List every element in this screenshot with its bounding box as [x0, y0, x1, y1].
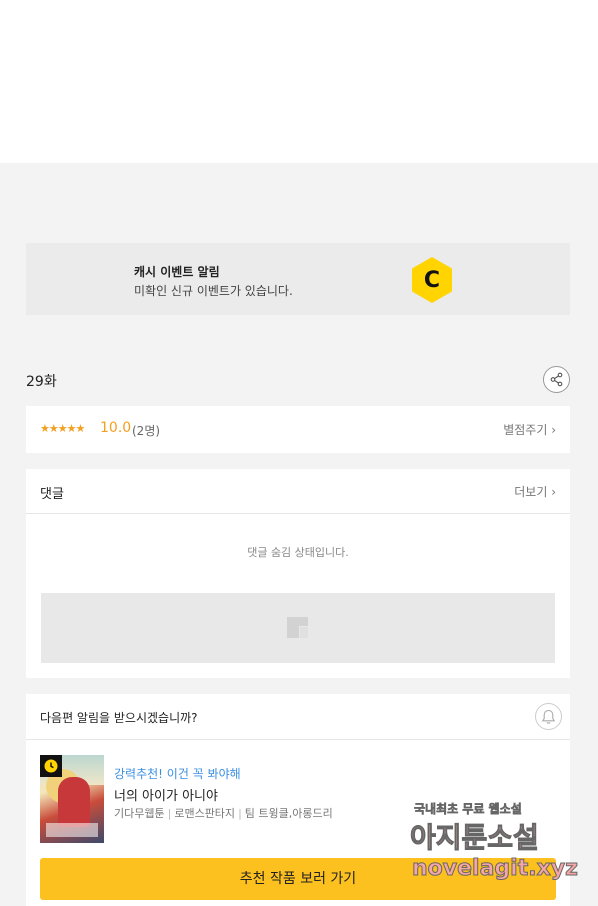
comment-header: 댓글 더보기 › [26, 469, 570, 514]
top-blank-area [0, 0, 598, 163]
watermark-tagline: 국내최초 무료 웹소설 [414, 800, 522, 817]
cash-event-banner[interactable]: 캐시 이벤트 알림 미확인 신규 이벤트가 있습니다. C [26, 243, 570, 315]
cash-logo-icon: C [412, 257, 452, 303]
clock-icon [44, 759, 58, 773]
recommended-work-title[interactable]: 너의 아이가 아니야 [114, 785, 218, 804]
watermark-url: novelagit.xyz [412, 856, 579, 882]
comment-section-title: 댓글 [40, 487, 64, 502]
rating-stars: ★★★★★ [40, 422, 85, 435]
comment-more-link[interactable]: 더보기 › [514, 483, 556, 500]
episode-title: 29화 [26, 374, 57, 390]
share-button[interactable] [543, 366, 570, 393]
rating-score: 10.0 [100, 420, 132, 436]
wait-free-badge [40, 755, 62, 777]
rating-card: ★★★★★ 10.0 (2명) 별점주기 › [26, 406, 570, 453]
rate-button[interactable]: 별점주기 › [503, 421, 556, 438]
share-icon [550, 372, 563, 387]
recommended-work-thumbnail[interactable] [40, 755, 104, 843]
bell-icon [541, 709, 556, 724]
recommendation-kicker: 강력추천! 이건 꼭 봐야해 [114, 767, 241, 781]
alert-bell-button[interactable] [535, 703, 562, 730]
tag-item: 팀 트윙클,아롱드리 [244, 807, 333, 820]
watermark-tagline-accent: 웹소설 [488, 802, 522, 817]
event-banner-title: 캐시 이벤트 알림 [134, 265, 220, 279]
comment-section: 댓글 더보기 › 댓글 숨김 상태입니다. [26, 469, 570, 678]
image-placeholder-icon [287, 617, 308, 638]
thumbnail-art [58, 777, 90, 827]
thumbnail-title-art [46, 823, 98, 837]
tag-item: 로맨스판타지 [174, 807, 236, 820]
tag-item: 기다무웹툰 [114, 807, 165, 820]
rating-count: (2명) [132, 424, 161, 438]
cash-logo-letter: C [424, 268, 440, 293]
comment-hidden-message: 댓글 숨김 상태입니다. [247, 546, 349, 559]
subscribe-header: 다음편 알림을 받으시겠습니까? [26, 694, 570, 740]
watermark-site-name: 아지툰소설 [410, 821, 540, 855]
next-episode-alert-question: 다음편 알림을 받으시겠습니까? [40, 711, 198, 725]
watermark-tagline-text: 국내최초 무료 [414, 802, 485, 817]
event-banner-subtitle: 미확인 신규 이벤트가 있습니다. [134, 284, 293, 298]
recommended-work-tags: 기다무웹툰 | 로맨스판타지 | 팀 트윙클,아롱드리 [114, 807, 333, 820]
site-watermark: 국내최초 무료 웹소설 아지툰소설 novelagit.xyz [410, 800, 580, 890]
ad-placeholder [41, 593, 555, 663]
